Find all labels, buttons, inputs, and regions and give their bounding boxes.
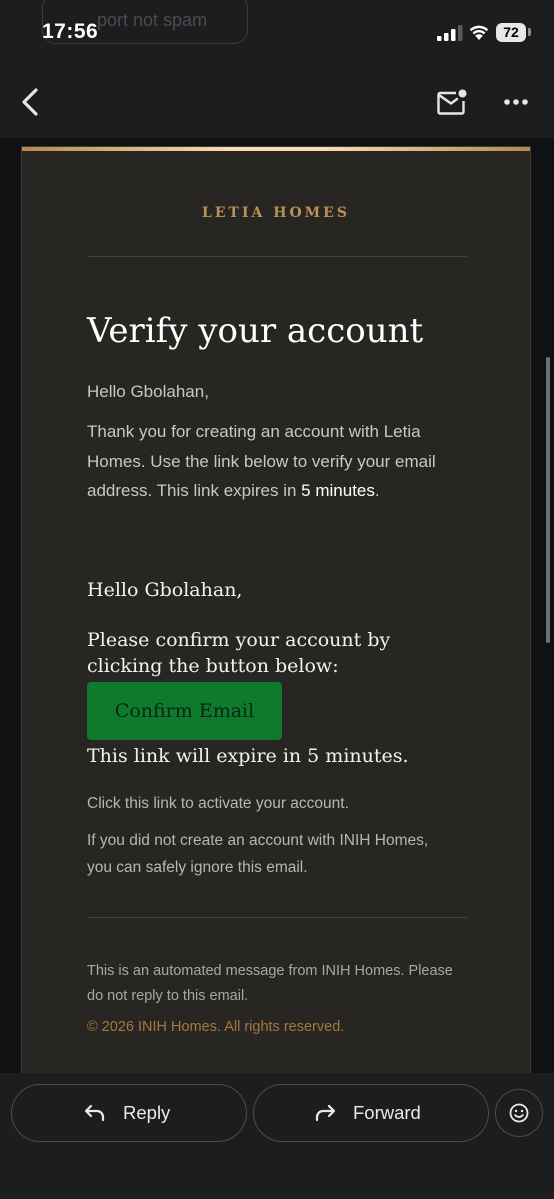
footer-divider [87, 917, 467, 918]
header-divider [87, 256, 467, 257]
email-card: LETIA HOMES Verify your account Hello Gb… [21, 146, 531, 1073]
battery-indicator: 72 [496, 23, 526, 42]
reply-icon [84, 1104, 105, 1122]
automated-message-note: This is an automated message from INIH H… [87, 963, 453, 1004]
greeting: Hello Gbolahan, [87, 382, 209, 401]
forward-icon [315, 1104, 336, 1122]
top-navigation-bar [0, 66, 554, 138]
forward-label: Forward [353, 1102, 421, 1123]
scrollbar[interactable] [546, 357, 550, 643]
gold-accent-bar [22, 147, 530, 151]
activate-link-text[interactable]: Click this link to activate your account… [87, 795, 349, 813]
mark-unread-button[interactable] [436, 88, 468, 116]
secondary-greeting: Hello Gbolahan, [87, 579, 243, 601]
more-options-button[interactable] [500, 92, 532, 112]
emoji-reaction-button[interactable] [495, 1089, 543, 1137]
cellular-signal-icon [437, 25, 463, 41]
reply-label: Reply [123, 1102, 171, 1123]
intro-paragraph: Thank you for creating an account with L… [87, 417, 477, 506]
emoji-reaction-icon [509, 1103, 529, 1123]
mark-unread-mail-icon [437, 89, 467, 115]
brand-name: LETIA HOMES [202, 205, 350, 221]
confirm-prompt: Please confirm your account by clicking … [87, 629, 391, 677]
back-button[interactable] [14, 84, 48, 120]
confirm-email-button[interactable]: Confirm Email [87, 682, 282, 740]
expiry-note: This link will expire in 5 minutes. [87, 745, 409, 767]
email-title: Verify your account [87, 311, 424, 351]
expiry-highlight: 5 minutes [301, 481, 375, 500]
battery-tip [528, 28, 531, 36]
more-options-icon [504, 99, 528, 105]
forward-button[interactable]: Forward [253, 1084, 489, 1142]
bottom-action-bar: Reply Forward [0, 1073, 554, 1199]
wifi-icon [469, 25, 489, 40]
status-time: 17:56 [42, 20, 99, 43]
reply-button[interactable]: Reply [11, 1084, 247, 1142]
ignore-note: If you did not create an account with IN… [87, 832, 429, 876]
email-body-viewport[interactable]: LETIA HOMES Verify your account Hello Gb… [0, 138, 554, 1073]
status-bar: port not spam 17:56 72 [0, 0, 554, 66]
back-arrow-icon [22, 88, 38, 116]
intro-text: Thank you for creating an account with L… [87, 422, 436, 500]
intro-period: . [374, 481, 380, 500]
copyright-text: © 2026 INIH Homes. All rights reserved. [87, 1019, 345, 1035]
